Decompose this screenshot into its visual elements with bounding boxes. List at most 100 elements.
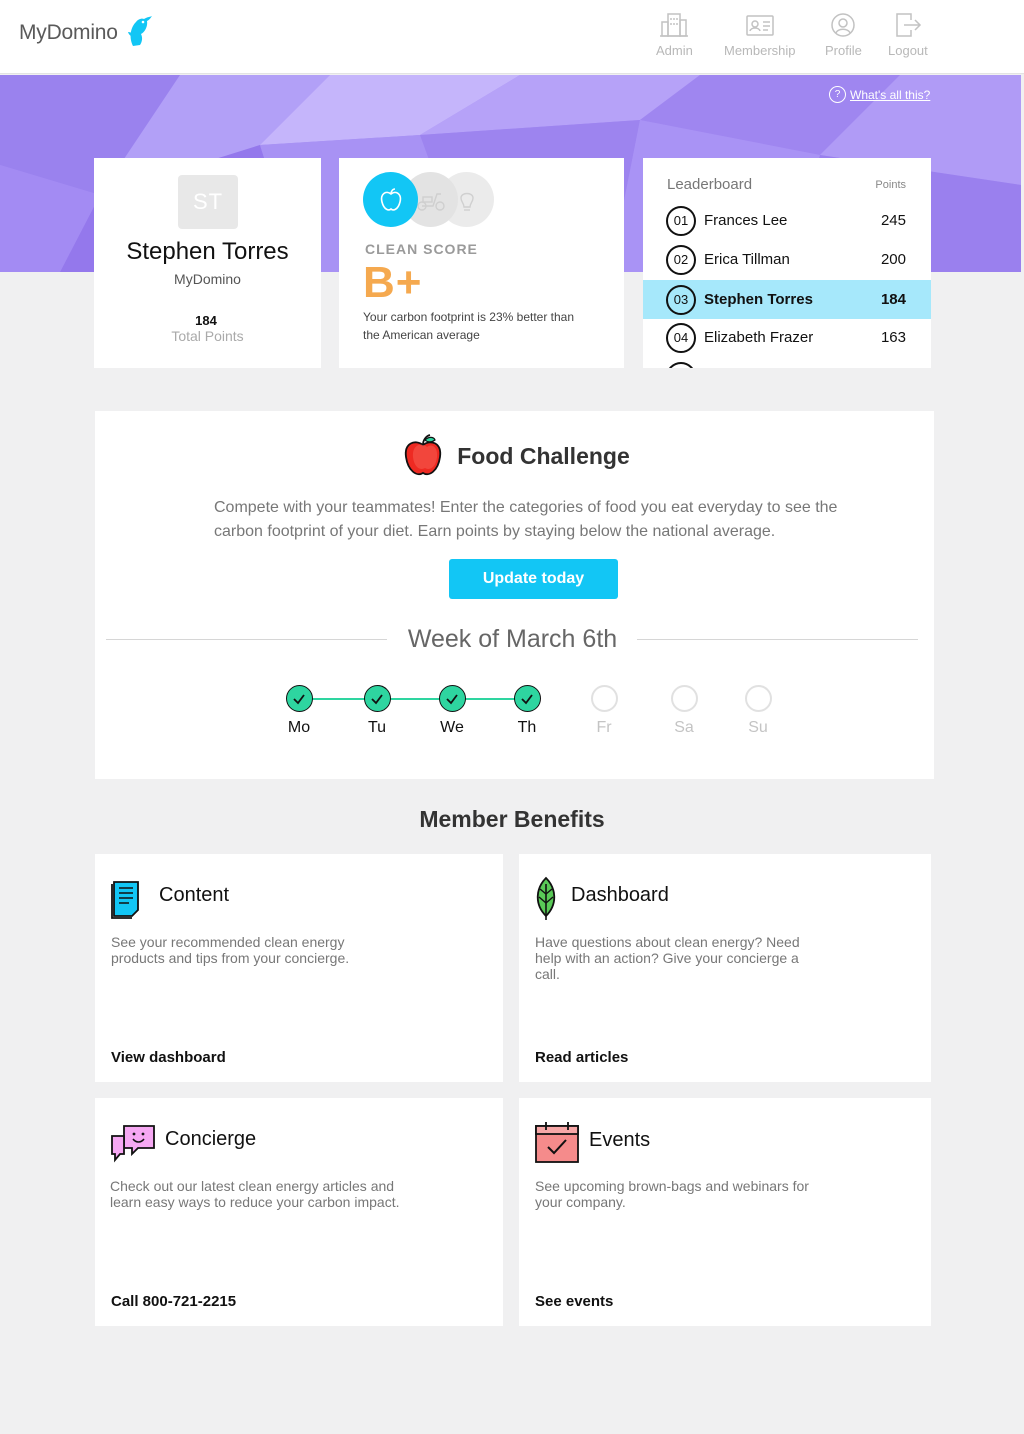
nav-membership-label: Membership <box>724 43 796 58</box>
leaderboard-name: Stephen Torres <box>704 291 813 308</box>
help-link-label: What's all this? <box>850 87 931 102</box>
day-label: We <box>440 719 464 736</box>
nav-admin-label: Admin <box>656 43 693 58</box>
leaderboard-name: Erica Tillman <box>704 251 790 268</box>
leaderboard-points: 200 <box>880 251 906 268</box>
nav-admin[interactable]: Admin <box>656 12 693 58</box>
empty-circle-icon <box>744 685 772 712</box>
day-label: Fr <box>596 719 612 736</box>
profile-card: ST Stephen Torres MyDomino 184 Total Poi… <box>94 158 321 368</box>
brand-name: MyDomino <box>19 21 118 44</box>
benefit-description: See upcoming brown-bags and webinars for… <box>535 1178 809 1210</box>
id-card-icon <box>746 15 774 36</box>
update-today-button[interactable]: Update today <box>449 559 618 599</box>
benefit-description: Have questions about clean energy? Need … <box>535 934 800 982</box>
day-saturday[interactable]: Sa <box>664 685 704 737</box>
week-title: Week of March 6th <box>407 625 618 653</box>
clean-score-title: CLEAN SCORE <box>365 241 478 257</box>
day-tuesday[interactable]: Tu <box>357 685 397 737</box>
brand-logo[interactable]: MyDomino <box>19 16 155 48</box>
leaderboard-title: Leaderboard <box>667 176 753 193</box>
food-challenge-description: Compete with your teammates! Enter the c… <box>214 499 838 540</box>
benefit-card-content: Content See your recommended clean energ… <box>95 854 503 1082</box>
food-challenge-card: Food Challenge Compete with your teammat… <box>95 411 934 779</box>
apple-icon[interactable] <box>363 172 418 227</box>
leaderboard-points: 163 <box>880 329 906 346</box>
nav-logout-label: Logout <box>888 43 928 58</box>
food-challenge-title: Food Challenge <box>457 442 630 469</box>
leaderboard-row-partial[interactable] <box>643 357 931 368</box>
call-concierge-link[interactable]: Call 800-721-2215 <box>111 1293 236 1310</box>
day-friday[interactable]: Fr <box>584 685 624 737</box>
leaderboard-row-current-user[interactable]: 03 Stephen Torres 184 <box>643 280 931 319</box>
benefit-description: Check out our latest clean energy articl… <box>110 1178 400 1210</box>
profile-points-label: Total Points <box>171 328 244 344</box>
check-icon <box>285 685 313 712</box>
see-events-link[interactable]: See events <box>535 1293 613 1310</box>
leaderboard-card: Leaderboard Points 01 Frances Lee 245 02… <box>643 158 931 368</box>
day-label: Su <box>748 719 768 736</box>
benefit-card-concierge: Concierge Check out our latest clean ene… <box>95 1098 503 1326</box>
top-header: MyDomino Admin Membership Profile Logout <box>0 0 1024 74</box>
domino-bird-icon <box>127 16 152 46</box>
nav-profile-label: Profile <box>825 43 862 58</box>
leaderboard-points: 184 <box>880 291 906 308</box>
day-label: Sa <box>674 719 694 736</box>
leaderboard-points: 245 <box>880 212 906 229</box>
clean-score-card: CLEAN SCORE B+ Your carbon footprint is … <box>339 158 624 368</box>
calendar-check-icon <box>535 1122 579 1163</box>
food-challenge-header: Food Challenge <box>95 431 934 481</box>
benefit-title: Dashboard <box>571 884 669 906</box>
day-monday[interactable]: Mo <box>279 685 319 737</box>
leaderboard-name: Elizabeth Frazer <box>704 329 814 346</box>
avatar[interactable]: ST <box>178 175 238 229</box>
day-thursday[interactable]: Th <box>507 685 547 737</box>
profile-points: 184 <box>195 313 217 328</box>
building-icon <box>660 13 689 37</box>
progress-connector <box>299 698 527 700</box>
empty-circle-icon <box>670 685 698 712</box>
chat-bubbles-icon <box>111 1125 155 1163</box>
benefit-title: Concierge <box>165 1128 257 1150</box>
nav-profile[interactable]: Profile <box>825 12 862 58</box>
check-icon <box>513 685 541 712</box>
rank-badge: 03 <box>666 284 696 315</box>
profile-org: MyDomino <box>174 271 241 287</box>
rank-badge: 02 <box>666 244 696 275</box>
profile-name: Stephen Torres <box>126 238 289 265</box>
empty-circle-icon <box>590 685 618 712</box>
rank-badge: 01 <box>666 205 696 236</box>
day-label: Tu <box>367 719 387 736</box>
nav-membership[interactable]: Membership <box>724 12 796 58</box>
leaderboard-row[interactable]: 01 Frances Lee 245 <box>643 201 931 240</box>
rank-badge <box>666 361 696 368</box>
apple-icon <box>405 434 442 476</box>
benefit-title: Events <box>589 1129 651 1151</box>
check-icon <box>438 685 466 712</box>
benefit-card-events: Events See upcoming brown-bags and webin… <box>519 1098 931 1326</box>
help-link[interactable]: ? What's all this? <box>829 86 930 103</box>
check-icon <box>363 685 391 712</box>
leaderboard-name: Frances Lee <box>704 212 788 229</box>
nav-logout[interactable]: Logout <box>888 12 928 58</box>
leaf-icon <box>536 876 556 920</box>
day-wednesday[interactable]: We <box>432 685 472 737</box>
view-dashboard-link[interactable]: View dashboard <box>111 1049 226 1066</box>
leaderboard-points-header: Points <box>875 179 906 191</box>
clean-score-description: Your carbon footprint is 23% better than… <box>363 310 575 342</box>
read-articles-link[interactable]: Read articles <box>535 1049 628 1066</box>
document-icon <box>111 881 139 919</box>
benefit-title: Content <box>159 884 230 906</box>
member-benefits-title: Member Benefits <box>419 806 605 832</box>
day-label: Th <box>517 719 537 736</box>
leaderboard-row[interactable]: 02 Erica Tillman 200 <box>643 240 931 279</box>
leaderboard-row[interactable]: 04 Elizabeth Frazer 163 <box>643 318 931 357</box>
clean-score-grade: B+ <box>363 258 423 307</box>
user-circle-icon <box>831 13 856 37</box>
logout-icon <box>896 13 921 37</box>
benefit-description: See your recommended clean energy produc… <box>111 934 350 966</box>
question-icon: ? <box>829 86 846 103</box>
day-sunday[interactable]: Su <box>738 685 778 737</box>
day-label: Mo <box>287 719 311 736</box>
rank-badge: 04 <box>666 322 696 353</box>
